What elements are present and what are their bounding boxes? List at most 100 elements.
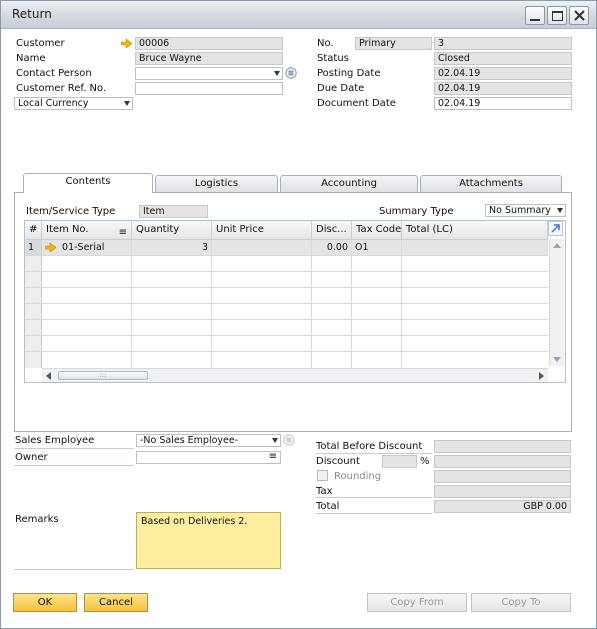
owner-field[interactable]: ≡: [136, 451, 281, 464]
column-header-tax-code[interactable]: Tax Code: [352, 221, 402, 240]
posting-date-field[interactable]: 02.04.19: [434, 67, 572, 80]
column-header-unit-price[interactable]: Unit Price: [212, 221, 312, 240]
link-arrow-icon[interactable]: [44, 242, 57, 253]
divider: [316, 453, 432, 454]
customer-ref-label: Customer Ref. No.: [16, 83, 107, 94]
row-number[interactable]: 1: [25, 240, 42, 256]
column-header-item-no-label: Item No.: [46, 224, 89, 235]
title-bar[interactable]: [1, 1, 596, 29]
rounding-label: Rounding: [334, 471, 382, 482]
maximize-button[interactable]: [547, 6, 567, 25]
chevron-down-icon: [272, 438, 278, 443]
details-icon[interactable]: [283, 434, 295, 446]
chevron-down-icon: [557, 208, 563, 213]
percent-label: %: [420, 456, 430, 467]
close-icon: [573, 10, 585, 21]
rounding-field[interactable]: [434, 470, 571, 483]
scroll-thumb[interactable]: :::: [58, 371, 148, 380]
divider: [316, 513, 432, 514]
rounding-checkbox[interactable]: [317, 470, 328, 481]
column-header-row-number[interactable]: #: [25, 221, 42, 240]
divider: [14, 569, 134, 570]
tab-logistics[interactable]: Logistics: [155, 175, 278, 192]
scroll-down-icon[interactable]: [553, 357, 561, 362]
item-no-value: 01-Serial: [62, 242, 105, 253]
total-before-discount-field[interactable]: [434, 440, 571, 453]
posting-date-label: Posting Date: [317, 68, 381, 79]
scroll-up-icon[interactable]: [553, 243, 561, 248]
maximize-icon: [551, 10, 563, 21]
contact-person-dropdown[interactable]: [135, 67, 283, 80]
column-header-item-no[interactable]: Item No. ≡: [42, 221, 132, 240]
document-date-field[interactable]: 02.04.19: [434, 97, 572, 110]
status-label: Status: [317, 53, 349, 64]
item-no-cell[interactable]: 01-Serial: [42, 240, 132, 256]
contact-person-label: Contact Person: [16, 68, 92, 79]
link-arrow-icon[interactable]: [121, 39, 132, 48]
chevron-down-icon: [274, 71, 280, 76]
divider: [14, 465, 134, 466]
item-service-type-label: Item/Service Type: [26, 206, 116, 217]
close-button[interactable]: [569, 6, 589, 25]
empty-rows: [25, 256, 548, 368]
quantity-cell[interactable]: 3: [132, 240, 212, 256]
item-service-type-field[interactable]: Item: [139, 205, 208, 218]
cancel-button[interactable]: Cancel: [84, 593, 148, 612]
details-icon[interactable]: [285, 67, 297, 79]
tax-field[interactable]: [434, 485, 571, 498]
customer-label: Customer: [16, 38, 65, 49]
total-before-discount-label: Total Before Discount: [316, 441, 423, 452]
discount-percent-field[interactable]: [382, 455, 417, 468]
remarks-label: Remarks: [15, 514, 59, 525]
total-label: Total: [316, 501, 340, 512]
minimize-icon: [530, 18, 540, 21]
expand-arrow-icon[interactable]: [548, 221, 563, 236]
copy-to-button[interactable]: Copy To: [471, 593, 571, 612]
copy-from-button[interactable]: Copy From: [367, 593, 467, 612]
scroll-left-icon[interactable]: [46, 372, 51, 380]
column-header-quantity[interactable]: Quantity: [132, 221, 212, 240]
tab-contents[interactable]: Contents: [23, 173, 153, 193]
total-field[interactable]: GBP 0.00: [434, 500, 571, 513]
horizontal-scrollbar[interactable]: :::: [42, 368, 548, 382]
name-label: Name: [16, 53, 46, 64]
ok-button[interactable]: OK: [13, 593, 77, 612]
no-label: No.: [317, 38, 334, 49]
discount-cell[interactable]: 0.00: [312, 240, 352, 256]
summary-type-label: Summary Type: [379, 206, 454, 217]
tab-attachments[interactable]: Attachments: [420, 175, 562, 192]
discount-amount-field[interactable]: [434, 455, 571, 468]
customer-field[interactable]: 00006: [135, 37, 283, 50]
vertical-scrollbar[interactable]: [549, 239, 564, 366]
minimize-button[interactable]: [525, 6, 545, 25]
window-title: Return: [12, 7, 52, 21]
tab-accounting[interactable]: Accounting: [280, 175, 418, 192]
sales-employee-dropdown[interactable]: -No Sales Employee-: [136, 434, 281, 447]
divider: [316, 497, 432, 498]
sales-employee-value: -No Sales Employee-: [140, 435, 239, 446]
unit-price-cell[interactable]: [212, 240, 312, 256]
remarks-textarea[interactable]: Based on Deliveries 2.: [136, 512, 281, 569]
series-field[interactable]: Primary: [355, 37, 432, 50]
summary-type-dropdown[interactable]: No Summary: [485, 204, 566, 217]
tax-label: Tax: [316, 486, 333, 497]
owner-label: Owner: [15, 452, 48, 463]
scroll-right-icon[interactable]: [539, 372, 544, 380]
currency-dropdown[interactable]: Local Currency: [14, 97, 133, 110]
list-icon[interactable]: ≡: [269, 452, 277, 462]
column-header-discount[interactable]: Disc...: [312, 221, 352, 240]
status-field[interactable]: Closed: [434, 52, 572, 65]
doc-number-field[interactable]: 3: [434, 37, 572, 50]
due-date-label: Due Date: [317, 83, 365, 94]
customer-ref-field[interactable]: [135, 82, 283, 95]
sales-employee-label: Sales Employee: [15, 435, 95, 446]
discount-label: Discount: [316, 456, 360, 467]
chevron-down-icon: [124, 101, 130, 106]
currency-value: Local Currency: [18, 98, 89, 109]
total-lc-cell[interactable]: [402, 240, 548, 256]
tax-code-cell[interactable]: O1: [352, 240, 402, 256]
name-field[interactable]: Bruce Wayne: [135, 52, 283, 65]
column-header-total-lc[interactable]: Total (LC): [402, 221, 548, 240]
due-date-field[interactable]: 02.04.19: [434, 82, 572, 95]
list-icon: ≡: [118, 227, 127, 238]
